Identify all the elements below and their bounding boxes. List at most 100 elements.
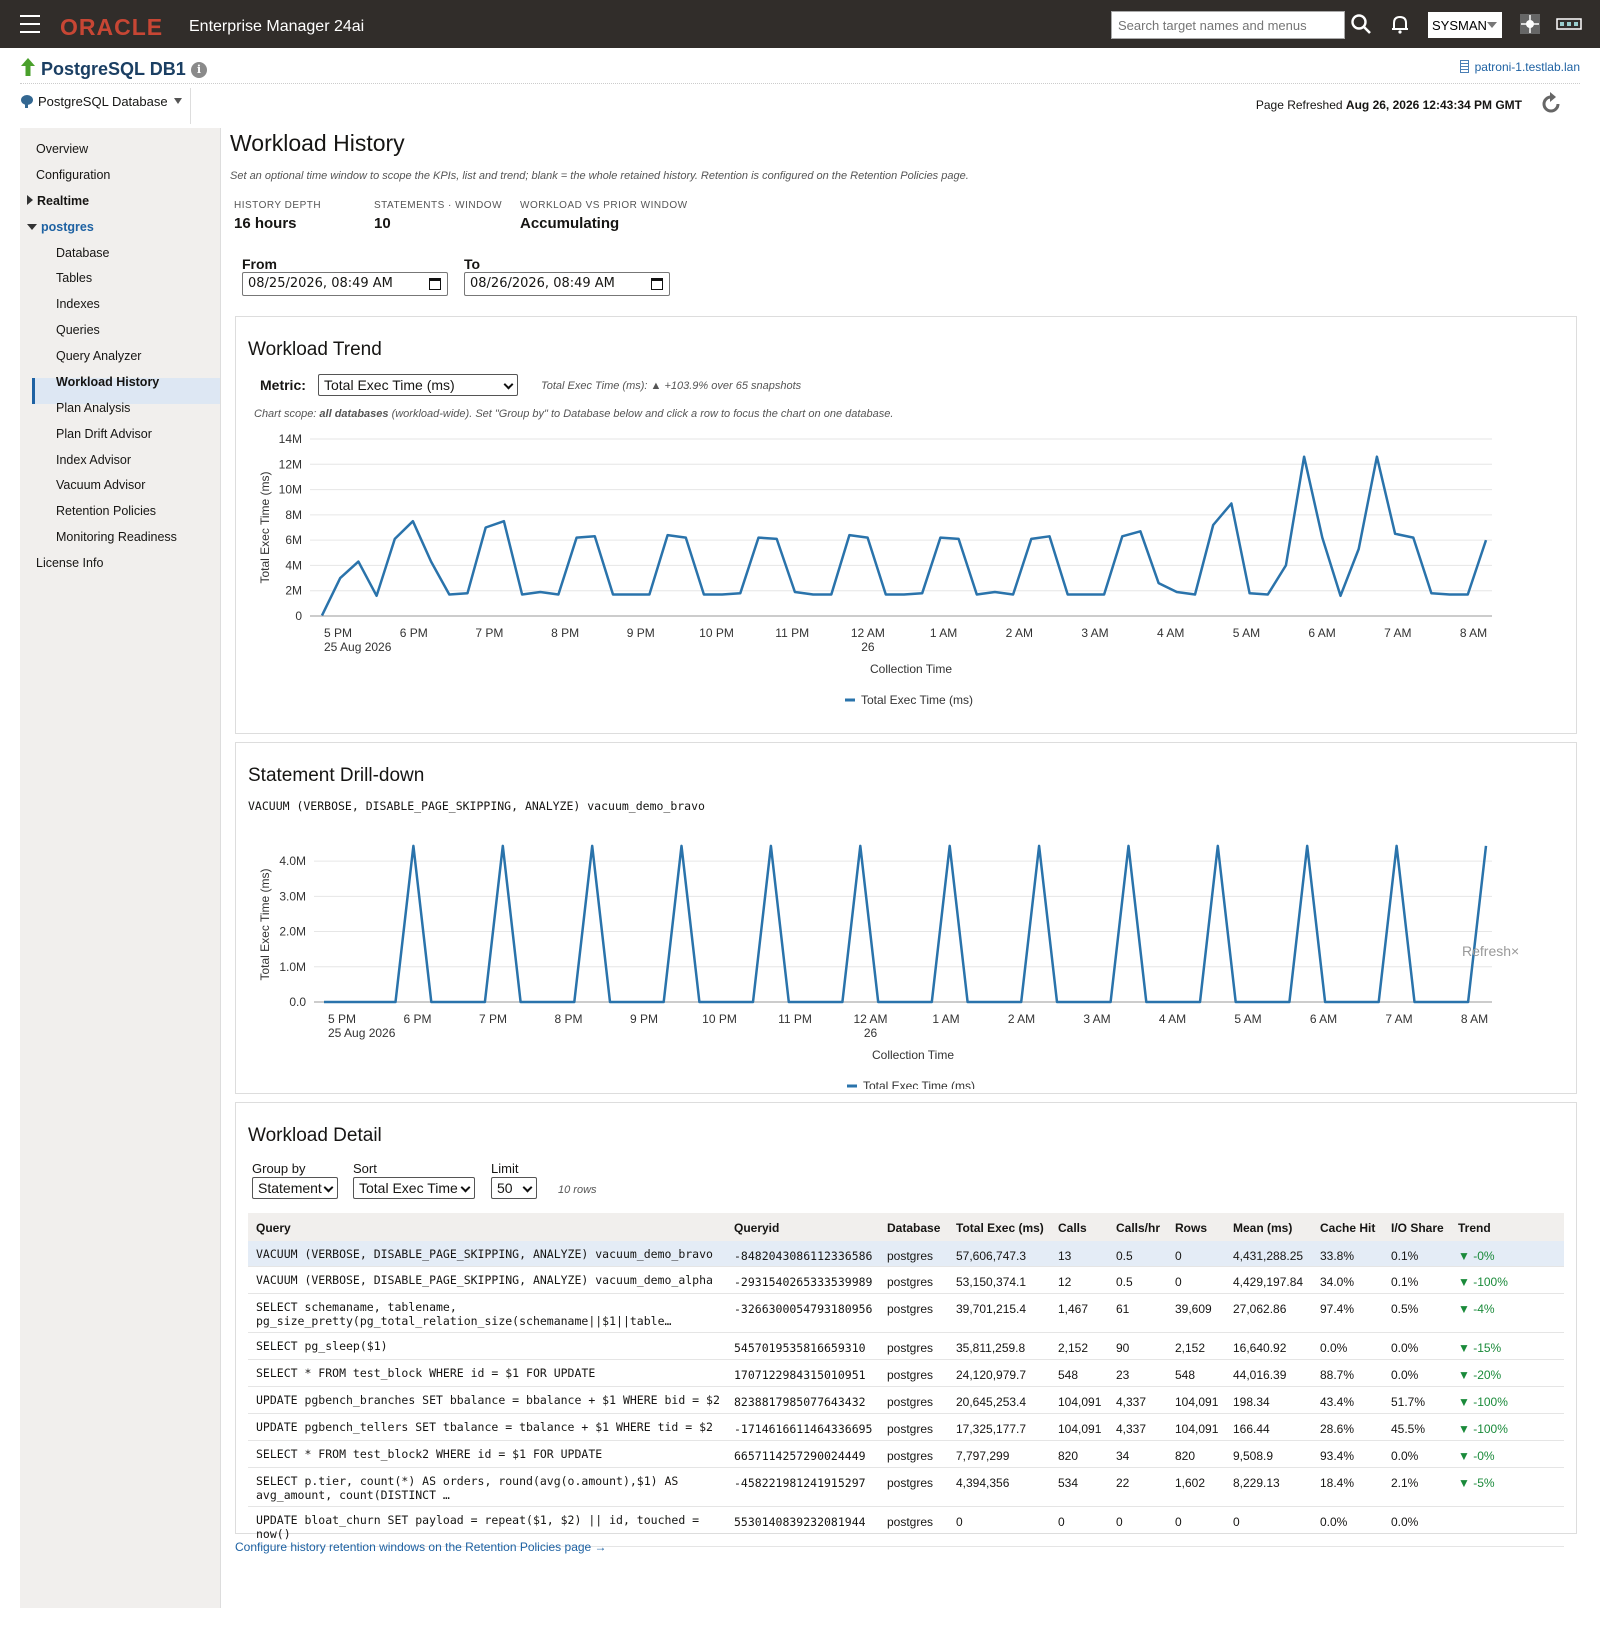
column-header[interactable]: Calls/hr bbox=[1116, 1221, 1160, 1235]
table-row[interactable]: SELECT pg_sleep($1) 5457019535816659310 po… bbox=[248, 1333, 1564, 1360]
sidebar-item-queries[interactable]: Queries bbox=[56, 323, 100, 337]
apps-icon[interactable] bbox=[1556, 12, 1582, 36]
table-cell: 34 bbox=[1116, 1449, 1130, 1463]
table-row[interactable]: VACUUM (VERBOSE, DISABLE_PAGE_SKIPPING, … bbox=[248, 1241, 1564, 1267]
calendar-icon[interactable] bbox=[651, 278, 663, 290]
table-row[interactable]: SELECT p.tier, count(*) AS orders, round… bbox=[248, 1468, 1564, 1507]
statement-drilldown-chart[interactable]: 0.0 1.0M 2.0M 3.0M 4.0M 5 PM25 Aug 2026 6 PM 7 … bbox=[236, 817, 1576, 1089]
sidebar-item-overview[interactable]: Overview bbox=[36, 142, 88, 156]
metric-select[interactable]: Total Exec Time (ms) bbox=[318, 374, 518, 396]
table-row[interactable]: SELECT * FROM test_block WHERE id = $1 F… bbox=[248, 1360, 1564, 1387]
table-cell: 4,431,288.25 bbox=[1233, 1249, 1304, 1263]
column-header[interactable]: Total Exec (ms) bbox=[956, 1221, 1044, 1235]
kpi-label: HISTORY DEPTH bbox=[234, 200, 322, 211]
query-text: UPDATE bloat_churn SET payload = repeat(… bbox=[256, 1513, 700, 1541]
query-text: UPDATE pgbench_tellers SET tbalance = tb… bbox=[256, 1420, 713, 1434]
column-header[interactable]: I/O Share bbox=[1391, 1221, 1444, 1235]
to-value: 08/26/2026, 08:49 AM bbox=[470, 276, 615, 291]
table-cell: 39,609 bbox=[1175, 1302, 1212, 1316]
table-cell: 0.0% bbox=[1320, 1515, 1348, 1529]
x-tick-label: 12 AM bbox=[851, 626, 885, 640]
sidebar-item-postgres[interactable]: postgres bbox=[27, 220, 94, 234]
to-label: To bbox=[464, 256, 481, 272]
sidebar-item-query-analyzer[interactable]: Query Analyzer bbox=[56, 349, 141, 363]
hamburger-menu-icon[interactable] bbox=[20, 15, 40, 33]
table-cell: 4,337 bbox=[1116, 1395, 1147, 1409]
table-row[interactable]: VACUUM (VERBOSE, DISABLE_PAGE_SKIPPING, … bbox=[248, 1267, 1564, 1294]
workload-trend-card: Workload Trend Metric: Total Exec Time (… bbox=[235, 316, 1577, 734]
sidebar-item-retention-policies[interactable]: Retention Policies bbox=[56, 504, 156, 518]
table-cell: 0 bbox=[1233, 1515, 1240, 1529]
group-by-select[interactable]: Statement bbox=[252, 1177, 338, 1199]
table-cell: 23 bbox=[1116, 1368, 1130, 1382]
trend-delta-note: Total Exec Time (ms): ▲ +103.9% over 65 … bbox=[541, 380, 802, 392]
table-cell: 90 bbox=[1116, 1341, 1130, 1355]
oracle-logo: ORACLE bbox=[60, 14, 164, 40]
table-header: Query Queryid Database Total Exec (ms) Calls… bbox=[248, 1213, 1564, 1241]
column-header[interactable]: Rows bbox=[1175, 1221, 1207, 1235]
sort-select[interactable]: Total Exec Time bbox=[353, 1177, 475, 1199]
rows-count-note: 10 rows bbox=[558, 1184, 597, 1196]
table-cell: 0 bbox=[1175, 1275, 1182, 1289]
y-tick-label: 4M bbox=[285, 558, 302, 572]
x-tick-label: 8 PM bbox=[554, 1012, 582, 1026]
query-text: UPDATE pgbench_branches SET bbalance = b… bbox=[256, 1393, 720, 1407]
kpi-label: WORKLOAD VS PRIOR WINDOW bbox=[520, 200, 688, 211]
sidebar-item-plan-drift-advisor[interactable]: Plan Drift Advisor bbox=[56, 427, 152, 441]
column-header[interactable]: Queryid bbox=[734, 1221, 779, 1235]
trend-indicator: ▼ -15% bbox=[1458, 1341, 1502, 1355]
gear-icon[interactable] bbox=[1518, 12, 1542, 36]
info-icon[interactable]: i bbox=[191, 62, 207, 78]
refreshed-label: Page Refreshed bbox=[1255, 98, 1343, 112]
sidebar-item-monitoring-readiness[interactable]: Monitoring Readiness bbox=[56, 530, 177, 544]
table-cell: 28.6% bbox=[1320, 1422, 1355, 1436]
column-header[interactable]: Query bbox=[256, 1221, 291, 1235]
calendar-icon[interactable] bbox=[429, 278, 441, 290]
legend-label: Total Exec Time (ms) bbox=[861, 693, 973, 707]
chevron-down-icon bbox=[503, 379, 514, 390]
table-cell: postgres bbox=[887, 1422, 934, 1436]
refresh-overlay[interactable]: Refresh× bbox=[1462, 943, 1519, 959]
table-cell: postgres bbox=[887, 1341, 934, 1355]
table-row[interactable]: UPDATE pgbench_tellers SET tbalance = tb… bbox=[248, 1414, 1564, 1441]
top-bar: ORACLE Enterprise Manager 24ai SYSMAN bbox=[0, 0, 1600, 48]
target-type-menu[interactable]: PostgreSQL Database bbox=[20, 94, 182, 109]
table-row[interactable]: SELECT schemaname, tablename, pg_size_pr… bbox=[248, 1294, 1564, 1333]
trend-indicator: ▼ -100% bbox=[1458, 1395, 1508, 1409]
limit-select[interactable]: 50 bbox=[491, 1177, 537, 1199]
workload-trend-chart[interactable]: 0 2M 4M 6M 8M 10M 12M 14M 5 PM25 Aug 2026 6 PM 7 P… bbox=[236, 417, 1576, 727]
search-icon[interactable] bbox=[1349, 12, 1373, 36]
column-header[interactable]: Cache Hit bbox=[1320, 1221, 1375, 1235]
sidebar-item-indexes[interactable]: Indexes bbox=[56, 297, 100, 311]
column-header[interactable]: Calls bbox=[1058, 1221, 1087, 1235]
bell-icon[interactable] bbox=[1388, 12, 1412, 36]
user-menu[interactable]: SYSMAN bbox=[1428, 12, 1502, 38]
column-header[interactable]: Mean (ms) bbox=[1233, 1221, 1292, 1235]
column-header[interactable]: Trend bbox=[1458, 1221, 1491, 1235]
refresh-icon[interactable] bbox=[1538, 91, 1564, 117]
sidebar-item-database[interactable]: Database bbox=[56, 246, 110, 260]
host-link[interactable]: patroni-1.testlab.lan bbox=[1459, 60, 1580, 74]
sidebar-item-configuration[interactable]: Configuration bbox=[36, 168, 110, 182]
sidebar-item-vacuum-advisor[interactable]: Vacuum Advisor bbox=[56, 478, 145, 492]
table-row[interactable]: SELECT * FROM test_block2 WHERE id = $1 … bbox=[248, 1441, 1564, 1468]
table-cell: 0 bbox=[1116, 1515, 1123, 1529]
column-header[interactable]: Database bbox=[887, 1221, 940, 1235]
search-input[interactable] bbox=[1111, 11, 1345, 39]
status-up-arrow-icon bbox=[21, 58, 35, 76]
sidebar-item-index-advisor[interactable]: Index Advisor bbox=[56, 453, 131, 467]
sidebar-item-license-info[interactable]: License Info bbox=[36, 556, 103, 570]
kpi-history-depth: HISTORY DEPTH 16 hours bbox=[234, 200, 321, 232]
y-tick-label: 10M bbox=[279, 483, 302, 497]
retention-policies-link[interactable]: Configure history retention windows on t… bbox=[235, 1540, 607, 1554]
to-datetime-input[interactable]: 08/26/2026, 08:49 AM bbox=[464, 272, 670, 296]
table-row[interactable]: UPDATE pgbench_branches SET bbalance = b… bbox=[248, 1387, 1564, 1414]
x-tick-label: 2 AM bbox=[1008, 1012, 1035, 1026]
from-datetime-input[interactable]: 08/25/2026, 08:49 AM bbox=[242, 272, 448, 296]
sidebar-item-realtime[interactable]: Realtime bbox=[27, 194, 89, 208]
table-cell: 0.0% bbox=[1391, 1341, 1419, 1355]
sidebar-item-tables[interactable]: Tables bbox=[56, 271, 92, 285]
x-tick-label: 8 AM bbox=[1460, 626, 1487, 640]
sidebar-item-plan-analysis[interactable]: Plan Analysis bbox=[56, 401, 130, 415]
sidebar-item-workload-history[interactable]: Workload History bbox=[56, 375, 159, 389]
